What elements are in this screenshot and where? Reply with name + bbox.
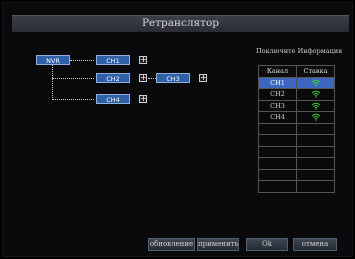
wifi-icon bbox=[311, 90, 321, 99]
empty-cell bbox=[296, 134, 335, 147]
empty-table-row bbox=[258, 180, 335, 193]
add-icon[interactable]: + bbox=[199, 74, 207, 82]
channel-cell: CH1 bbox=[258, 76, 297, 89]
empty-cell bbox=[296, 180, 335, 193]
signal-cell bbox=[296, 99, 335, 112]
empty-table-row bbox=[258, 122, 335, 135]
channel-cell: CH2 bbox=[258, 88, 297, 101]
signal-cell bbox=[296, 88, 335, 101]
add-icon[interactable]: + bbox=[139, 74, 147, 82]
table-row[interactable]: CH3 bbox=[258, 99, 335, 112]
empty-cell bbox=[258, 134, 297, 147]
connection-info-table: Канал Ставка CH1 CH2 CH3 CH4 bbox=[258, 65, 335, 193]
channel-cell: CH4 bbox=[258, 111, 297, 124]
connector-line bbox=[148, 78, 156, 79]
empty-table-row bbox=[258, 134, 335, 147]
empty-table-row bbox=[258, 157, 335, 170]
dialog-title: Ретранслятор bbox=[141, 17, 220, 29]
empty-table-row bbox=[258, 145, 335, 158]
connector-line bbox=[52, 65, 53, 100]
wifi-icon bbox=[311, 79, 321, 87]
table-row[interactable]: CH2 bbox=[258, 88, 335, 101]
wifi-icon bbox=[311, 102, 321, 110]
empty-cell bbox=[258, 168, 297, 181]
add-icon[interactable]: + bbox=[139, 95, 147, 103]
signal-cell bbox=[296, 111, 335, 124]
column-header-rate: Ставка bbox=[296, 65, 335, 78]
title-bar: Ретранслятор bbox=[12, 15, 349, 32]
wifi-icon bbox=[311, 113, 321, 122]
nvr-node[interactable]: NVR bbox=[36, 55, 70, 65]
connector-line bbox=[70, 60, 94, 61]
channel-node-ch1[interactable]: CH1 bbox=[96, 55, 130, 65]
empty-cell bbox=[296, 145, 335, 158]
channel-node-ch3[interactable]: CH3 bbox=[156, 73, 190, 83]
connector-line bbox=[52, 99, 94, 100]
empty-cell bbox=[258, 122, 297, 135]
empty-cell bbox=[258, 180, 297, 193]
table-row[interactable]: CH4 bbox=[258, 111, 335, 124]
empty-cell bbox=[258, 157, 297, 170]
empty-cell bbox=[296, 168, 335, 181]
channel-cell: CH3 bbox=[258, 99, 297, 112]
signal-cell bbox=[296, 76, 335, 89]
empty-cell bbox=[258, 145, 297, 158]
column-header-channel: Канал bbox=[258, 65, 297, 78]
empty-cell bbox=[296, 122, 335, 135]
add-icon[interactable]: + bbox=[139, 56, 147, 64]
info-panel-title: Поключите Информация bbox=[256, 47, 343, 55]
empty-table-row bbox=[258, 168, 335, 181]
cancel-button[interactable]: отмена bbox=[293, 238, 337, 251]
apply-button[interactable]: применить bbox=[197, 238, 239, 251]
empty-cell bbox=[296, 157, 335, 170]
connector-line bbox=[52, 78, 94, 79]
ok-button[interactable]: Ok bbox=[246, 238, 288, 251]
table-row[interactable]: CH1 bbox=[258, 76, 335, 89]
refresh-button[interactable]: обновление bbox=[148, 238, 195, 251]
channel-node-ch2[interactable]: CH2 bbox=[96, 73, 130, 83]
channel-node-ch4[interactable]: CH4 bbox=[96, 94, 130, 104]
